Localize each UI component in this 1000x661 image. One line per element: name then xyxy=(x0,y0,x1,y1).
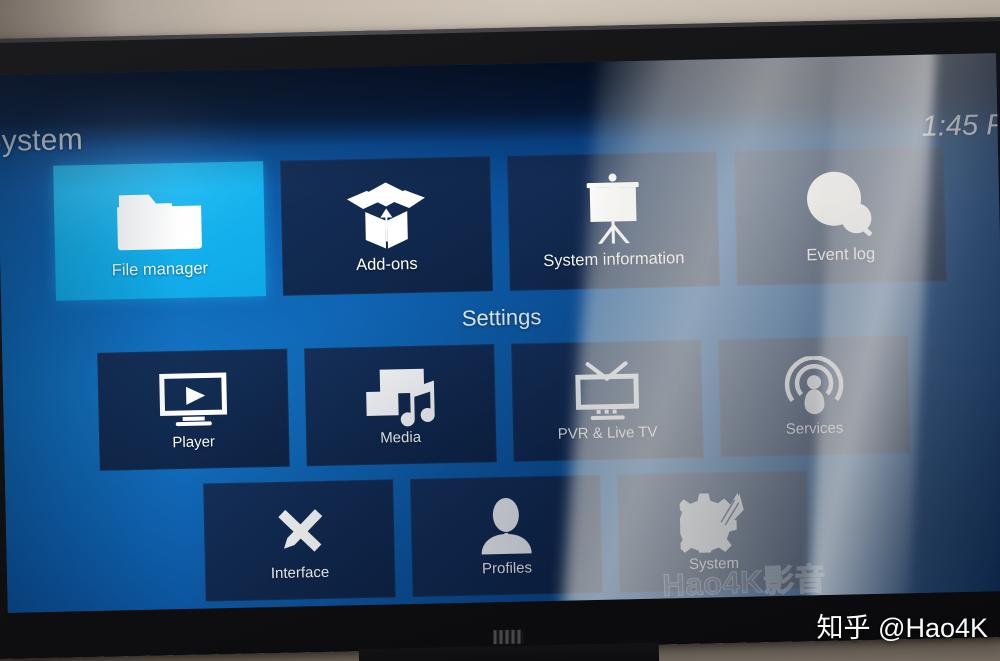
menu-item-interface[interactable]: Interface xyxy=(203,479,396,602)
corner-watermark: 知乎 @Hao4K xyxy=(816,613,988,643)
kodi-system-menu: System 1:45 P File manager Add-ons Syste… xyxy=(0,53,1000,613)
menu-item-player[interactable]: Player xyxy=(96,348,290,471)
film-photo-music-icon xyxy=(361,364,438,428)
tv-brand-logo xyxy=(493,629,524,645)
broadcast-icon xyxy=(781,355,846,418)
folder-icon xyxy=(112,181,206,257)
clock-search-icon xyxy=(800,167,880,243)
settings-row-2: Interface Profiles System xyxy=(5,466,1000,606)
menu-item-label: Add-ons xyxy=(355,254,418,275)
menu-item-label: File manager xyxy=(111,259,209,280)
menu-item-label: Profiles xyxy=(481,558,533,577)
menu-item-profiles[interactable]: Profiles xyxy=(410,474,603,598)
page-title: System xyxy=(0,123,84,159)
tv-antenna-icon xyxy=(569,359,644,423)
television: System 1:45 P File manager Add-ons Syste… xyxy=(0,16,1000,661)
gear-screwdriver-icon xyxy=(679,490,746,553)
monitor-play-icon xyxy=(156,368,229,432)
menu-item-label: PVR & Live TV xyxy=(557,423,658,443)
menu-item-system-information[interactable]: System information xyxy=(506,151,720,291)
top-menu-row: File manager Add-ons System information … xyxy=(0,145,1000,302)
clock: 1:45 P xyxy=(921,108,1000,143)
menu-item-label: Interface xyxy=(270,563,330,582)
menu-item-file-manager[interactable]: File manager xyxy=(52,161,266,301)
menu-item-label: Player xyxy=(172,432,216,451)
menu-item-label: Services xyxy=(785,419,844,438)
menu-item-media[interactable]: Media xyxy=(303,344,497,467)
person-bust-icon xyxy=(474,495,537,558)
menu-item-label: Media xyxy=(380,428,422,447)
menu-item-add-ons[interactable]: Add-ons xyxy=(279,156,493,296)
menu-item-pvr-live-tv[interactable]: PVR & Live TV xyxy=(510,339,704,462)
open-box-icon xyxy=(342,177,430,253)
menu-grid: File manager Add-ons System information … xyxy=(0,145,1000,613)
presentation-chart-icon xyxy=(574,172,652,248)
menu-item-label: System information xyxy=(543,249,685,271)
menu-item-services[interactable]: Services xyxy=(717,335,911,458)
menu-item-event-log[interactable]: Event log xyxy=(733,146,947,286)
pencil-ruler-icon xyxy=(265,499,332,562)
settings-row-1: Player Media PVR & Live TV Services xyxy=(2,333,1000,473)
menu-item-label: Event log xyxy=(806,244,876,265)
tv-screen: System 1:45 P File manager Add-ons Syste… xyxy=(0,53,1000,613)
